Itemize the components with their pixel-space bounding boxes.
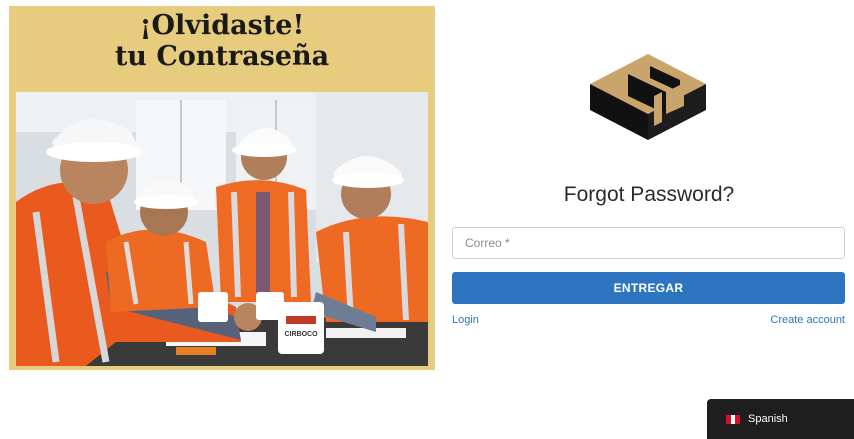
submit-button[interactable]: ENTREGAR [452,272,845,304]
forgot-password-title: Forgot Password? [563,183,735,206]
banner-title-line-2: tu Contraseña [114,41,330,72]
login-link[interactable]: Login [452,314,479,326]
peru-flag-icon [726,415,741,424]
language-selector[interactable]: Spanish [707,399,854,439]
email-input[interactable] [452,227,845,259]
page: ¡Olvidaste! tu Contraseña CIRBOCO Forgot… [0,0,854,439]
promo-banner: ¡Olvidaste! tu Contraseña CIRBOCO [9,6,435,370]
language-label: Spanish [748,413,788,425]
mug-label: CIRBOCO [284,331,318,338]
banner-title: ¡Olvidaste! tu Contraseña [9,10,435,72]
create-account-link[interactable]: Create account [770,314,845,326]
banner-title-line-1: ¡Olvidaste! [139,10,305,41]
company-logo [588,52,708,142]
team-meeting-photo: CIRBOCO [16,92,428,366]
